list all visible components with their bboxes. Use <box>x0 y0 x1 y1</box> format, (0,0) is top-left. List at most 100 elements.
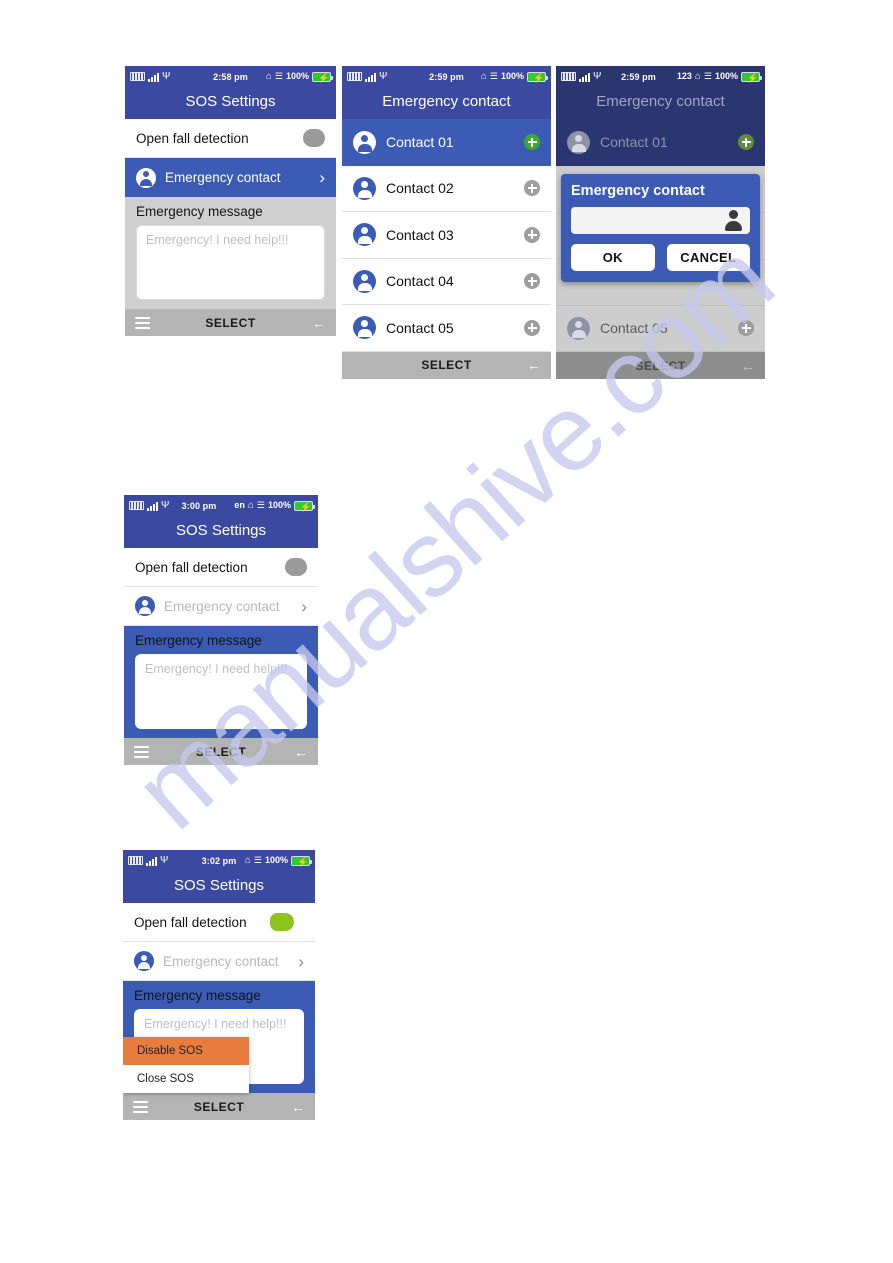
usb-icon: Ψ <box>160 854 169 866</box>
status-bar: Ψ 3:00 pm en ⌂ ☰ 100% ⚡ <box>124 495 318 516</box>
app-title-bar: Emergency contact <box>342 87 551 119</box>
back-arrow-icon[interactable]: ← <box>527 358 541 372</box>
sim-card-icon <box>129 501 144 510</box>
contact-list-item[interactable]: Contact 05 <box>342 305 551 352</box>
fall-detection-toggle[interactable] <box>291 129 325 147</box>
bluetooth-icon: ⌂ <box>265 70 272 82</box>
status-right-icons: ⌂ ☰ 100% ⚡ <box>480 70 548 83</box>
contact-avatar-icon <box>353 130 376 154</box>
contact-list-item[interactable]: Contact 03 <box>342 212 551 259</box>
cancel-button[interactable]: CANCEL <box>666 244 750 271</box>
nav-select-label[interactable]: SELECT <box>124 745 318 759</box>
menu-item-disable-sos[interactable]: Disable SOS <box>123 1037 249 1065</box>
fall-detection-toggle[interactable] <box>270 913 304 931</box>
back-arrow-icon[interactable]: ← <box>294 745 308 759</box>
phone-screen-emergency-contact-dialog: Ψ 2:59 pm 123 ⌂ ☰ 100% ⚡ Emergency conta… <box>556 66 765 379</box>
status-bar: Ψ 2:59 pm ⌂ ☰ 100% ⚡ <box>342 66 551 87</box>
bottom-nav-bar: SELECT ← <box>124 738 318 765</box>
plus-circle-icon <box>738 134 754 151</box>
usb-icon: Ψ <box>162 70 171 82</box>
battery-percent-label: 100% <box>714 71 738 81</box>
status-left-icons: Ψ <box>128 854 169 866</box>
status-left-icons: Ψ <box>561 70 602 82</box>
contact-avatar-icon <box>135 596 155 616</box>
contact-list-item[interactable]: Contact 02 <box>342 165 551 212</box>
battery-charging-icon: ⚡ <box>312 71 333 83</box>
battery-charging-icon: ⚡ <box>294 500 315 512</box>
menu-item-close-sos[interactable]: Close SOS <box>123 1065 249 1093</box>
plus-circle-icon[interactable] <box>524 226 540 243</box>
fall-detection-label: Open fall detection <box>135 559 248 575</box>
plus-circle-icon[interactable] <box>524 319 540 336</box>
vibrate-icon: ☰ <box>274 71 283 81</box>
status-right-icons: en ⌂ ☰ 100% ⚡ <box>234 500 315 512</box>
fall-detection-label: Open fall detection <box>136 130 249 146</box>
back-arrow-icon[interactable]: ← <box>291 1100 305 1114</box>
emergency-message-title: Emergency message <box>135 633 262 648</box>
vibrate-icon: ☰ <box>703 71 712 81</box>
plus-circle-icon[interactable] <box>524 134 540 151</box>
contact-list-item: Contact 05 <box>556 305 765 352</box>
fall-detection-toggle[interactable] <box>273 558 307 576</box>
contact-list-item[interactable]: Contact 04 <box>342 258 551 305</box>
emergency-message-input[interactable]: Emergency! I need help!!! <box>136 225 325 300</box>
row-fall-detection[interactable]: Open fall detection <box>125 119 336 158</box>
signal-bars-icon <box>579 72 590 82</box>
nav-select-label[interactable]: SELECT <box>123 1100 315 1114</box>
row-emergency-contact[interactable]: Emergency contact › <box>123 942 315 981</box>
hamburger-icon[interactable] <box>134 745 149 758</box>
status-bar: Ψ 2:58 pm ⌂ ☰ 100% ⚡ <box>125 66 336 87</box>
sim-card-icon <box>128 856 143 865</box>
usb-icon: Ψ <box>379 70 388 82</box>
row-emergency-contact[interactable]: Emergency contact › <box>124 587 318 626</box>
usb-icon: Ψ <box>593 70 602 82</box>
row-fall-detection[interactable]: Open fall detection <box>123 903 315 942</box>
contact-avatar-icon <box>567 316 590 340</box>
status-right-icons: ⌂ ☰ 100% ⚡ <box>265 70 333 83</box>
hamburger-icon[interactable] <box>135 316 150 329</box>
contact-avatar-icon <box>353 316 376 340</box>
contact-list-item[interactable]: Contact 01 <box>342 119 551 166</box>
app-title-bar: SOS Settings <box>123 871 315 903</box>
app-title-bar: Emergency contact <box>556 87 765 119</box>
status-left-icons: Ψ <box>129 500 169 511</box>
contact-avatar-icon <box>353 223 376 247</box>
battery-charging-icon: ⚡ <box>741 71 762 83</box>
bluetooth-icon: ⌂ <box>480 70 487 82</box>
signal-bars-icon <box>146 856 157 866</box>
battery-percent-label: 100% <box>285 71 309 81</box>
emergency-contact-label: Emergency contact <box>163 953 279 969</box>
hamburger-icon[interactable] <box>133 1100 148 1113</box>
plus-circle-icon[interactable] <box>524 180 540 197</box>
emergency-message-title: Emergency message <box>136 204 263 219</box>
phone-screen-sos-settings-1: Ψ 2:58 pm ⌂ ☰ 100% ⚡ SOS Settings Open f… <box>125 66 336 336</box>
phone-screen-sos-settings-2: Ψ 3:00 pm en ⌂ ☰ 100% ⚡ SOS Settings Ope… <box>124 495 318 765</box>
bottom-nav-bar: SELECT ← <box>125 309 336 336</box>
emergency-contact-label: Emergency contact <box>165 170 281 185</box>
dialog-contact-input[interactable] <box>571 207 750 234</box>
input-method-indicator: 123 <box>676 71 692 81</box>
row-fall-detection[interactable]: Open fall detection <box>124 548 318 587</box>
bottom-nav-bar: SELECT ← <box>342 351 551 379</box>
emergency-contact-dialog: Emergency contact OK CANCEL <box>561 174 760 282</box>
battery-percent-label: 100% <box>264 855 288 865</box>
nav-select-label[interactable]: SELECT <box>125 316 336 330</box>
back-arrow-icon[interactable]: ← <box>312 316 326 330</box>
bluetooth-icon: ⌂ <box>244 854 251 866</box>
contact-label: Contact 01 <box>600 134 668 151</box>
status-right-icons: 123 ⌂ ☰ 100% ⚡ <box>676 71 762 83</box>
plus-circle-icon[interactable] <box>524 273 540 290</box>
status-bar: Ψ 2:59 pm 123 ⌂ ☰ 100% ⚡ <box>556 66 765 87</box>
nav-select-label[interactable]: SELECT <box>342 358 551 372</box>
row-emergency-contact[interactable]: Emergency contact › <box>125 158 336 197</box>
dialog-title: Emergency contact <box>571 183 705 199</box>
battery-charging-icon: ⚡ <box>291 855 312 867</box>
vibrate-icon: ☰ <box>256 500 265 510</box>
app-title-bar: SOS Settings <box>124 516 318 548</box>
emergency-message-input[interactable]: Emergency! I need help!!! <box>135 654 307 729</box>
battery-percent-label: 100% <box>500 71 524 81</box>
ok-button[interactable]: OK <box>571 244 655 271</box>
contact-picker-icon[interactable] <box>724 210 742 231</box>
contact-label: Contact 01 <box>386 134 454 151</box>
chevron-right-icon: › <box>301 596 307 616</box>
